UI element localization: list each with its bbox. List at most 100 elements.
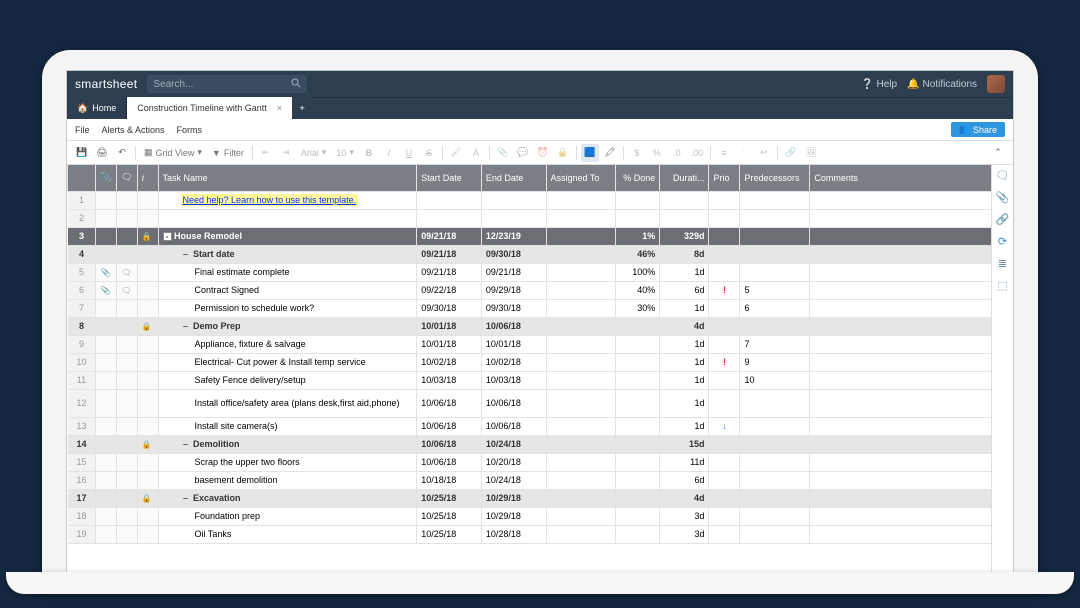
collapse-icon[interactable]: – [181, 439, 191, 449]
publish-icon[interactable]: ⬚ [996, 279, 1010, 293]
filter-icon: ▼ [212, 148, 221, 158]
outdent-icon[interactable]: ⇤ [257, 144, 275, 162]
paperclip-icon[interactable]: 📎 [100, 268, 110, 277]
fill-icon[interactable]: 🖌 [447, 144, 465, 162]
format-icon[interactable]: 🟦 [581, 144, 599, 162]
col-comment[interactable]: 🗨 [117, 165, 138, 191]
collapse-icon[interactable]: – [181, 321, 191, 331]
table-row[interactable]: 17🔒– Excavation10/25/1810/29/184d [68, 489, 992, 507]
table-row[interactable]: 15Scrap the upper two floors10/06/1810/2… [68, 453, 992, 471]
share-button[interactable]: 👥 Share [951, 122, 1005, 137]
collapse-icon[interactable]: – [181, 249, 191, 259]
comment-icon[interactable]: 💬 [514, 144, 532, 162]
table-row[interactable]: 3🔒- House Remodel09/21/1812/23/191%329d [68, 227, 992, 245]
col-start[interactable]: Start Date [417, 165, 482, 191]
table-row[interactable]: 12Install office/safety area (plans desk… [68, 389, 992, 417]
table-row[interactable]: 11Safety Fence delivery/setup10/03/1810/… [68, 371, 992, 389]
tab-new[interactable]: + [292, 97, 312, 119]
underline-icon[interactable]: U [400, 144, 418, 162]
table-row[interactable]: 16basement demolition10/18/1810/24/186d [68, 471, 992, 489]
lock-icon[interactable]: 🔒 [554, 144, 572, 162]
table-row[interactable]: 19Oil Tanks10/25/1810/28/183d [68, 525, 992, 543]
table-row[interactable]: 8🔒– Demo Prep10/01/1810/06/184d [68, 317, 992, 335]
summary-icon[interactable]: ≣ [996, 257, 1010, 271]
menu-alerts[interactable]: Alerts & Actions [102, 125, 165, 135]
collapse-icon[interactable]: – [181, 493, 191, 503]
col-end[interactable]: End Date [481, 165, 546, 191]
decimal-dec-icon[interactable]: .0 [668, 144, 686, 162]
menu-forms[interactable]: Forms [177, 125, 203, 135]
wrap-icon[interactable]: ↩ [755, 144, 773, 162]
table-row[interactable]: 6📎🗨Contract Signed09/22/1809/29/1840%6d!… [68, 281, 992, 299]
toolbar: 💾 🖨 ↶ ▦ Grid View ▾ ▼ Filter ⇤ ⇥ Arial▾ … [67, 141, 1013, 165]
tab-sheet[interactable]: Construction Timeline with Gantt × [127, 97, 292, 119]
currency-icon[interactable]: $ [628, 144, 646, 162]
col-pctdone[interactable]: % Done [616, 165, 660, 191]
table-row[interactable]: 9Appliance, fixture & salvage10/01/1810/… [68, 335, 992, 353]
menu-file[interactable]: File [75, 125, 90, 135]
close-icon[interactable]: × [277, 103, 282, 113]
table-row[interactable]: 1Need help? Learn how to use this templa… [68, 191, 992, 209]
filter-label: Filter [224, 148, 244, 158]
people-icon: 👥 [959, 124, 970, 135]
tab-home[interactable]: 🏠 Home [67, 97, 127, 119]
speech-icon[interactable]: 🗨 [121, 286, 131, 295]
save-icon[interactable]: 💾 [73, 144, 91, 162]
align-left-icon[interactable]: ≡ [715, 144, 733, 162]
undo-icon[interactable]: ↶ [113, 144, 131, 162]
speech-icon[interactable]: 🗨 [121, 268, 131, 277]
strike-icon[interactable]: S [420, 144, 438, 162]
print-icon[interactable]: 🖨 [93, 144, 111, 162]
search-icon[interactable] [291, 78, 301, 91]
activity-icon[interactable]: ⟳ [996, 235, 1010, 249]
paperclip-icon[interactable]: 📎 [100, 286, 110, 295]
collapse-icon[interactable]: - [163, 232, 172, 241]
col-assigned[interactable]: Assigned To [546, 165, 616, 191]
table-row[interactable]: 10Electrical- Cut power & Install temp s… [68, 353, 992, 371]
table-row[interactable]: 4– Start date09/21/1809/30/1846%8d [68, 245, 992, 263]
bold-icon[interactable]: B [360, 144, 378, 162]
percent-icon[interactable]: % [648, 144, 666, 162]
search-input[interactable]: Search... [147, 75, 307, 93]
col-duration[interactable]: Durati... [660, 165, 709, 191]
notifications-link[interactable]: 🔔 Notifications [907, 79, 977, 90]
fontsize-select[interactable]: 10▾ [332, 147, 358, 158]
help-link[interactable]: ❔ Help [861, 79, 897, 90]
conversations-icon[interactable]: 🗨 [996, 169, 1010, 183]
col-prio[interactable]: Prio [709, 165, 740, 191]
filter-button[interactable]: ▼ Filter [208, 148, 248, 158]
col-pred[interactable]: Predecessors [740, 165, 810, 191]
image-icon[interactable]: 🖼 [802, 144, 820, 162]
table-row[interactable]: 2 [68, 209, 992, 227]
col-info[interactable]: i [137, 165, 158, 191]
proof-icon[interactable]: 🔗 [996, 213, 1010, 227]
view-switcher[interactable]: ▦ Grid View ▾ [140, 147, 206, 158]
column-header-row: 📎 🗨 i Task Name Start Date End Date Assi… [68, 165, 992, 191]
table-row[interactable]: 13Install site camera(s)10/06/1810/06/18… [68, 417, 992, 435]
link-icon[interactable]: 🔗 [782, 144, 800, 162]
col-task[interactable]: Task Name [158, 165, 417, 191]
italic-icon[interactable]: I [380, 144, 398, 162]
align-top-icon[interactable]: ⫶ [735, 144, 753, 162]
col-attachment[interactable]: 📎 [96, 165, 117, 191]
table-row[interactable]: 7Permission to schedule work?09/30/1809/… [68, 299, 992, 317]
table-row[interactable]: 18Foundation prep10/25/1810/29/183d [68, 507, 992, 525]
avatar[interactable] [987, 75, 1005, 93]
attachments-icon[interactable]: 📎 [996, 191, 1010, 205]
textcolor-icon[interactable]: A [467, 144, 485, 162]
sheet-table[interactable]: 📎 🗨 i Task Name Start Date End Date Assi… [67, 165, 991, 544]
table-row[interactable]: 14🔒– Demolition10/06/1810/24/1815d [68, 435, 992, 453]
reminder-icon[interactable]: ⏰ [534, 144, 552, 162]
indent-icon[interactable]: ⇥ [277, 144, 295, 162]
col-comments[interactable]: Comments [810, 165, 991, 191]
font-select[interactable]: Arial▾ [297, 147, 331, 158]
decimal-inc-icon[interactable]: .00 [688, 144, 706, 162]
attach-icon[interactable]: 📎 [494, 144, 512, 162]
separator [710, 146, 711, 160]
help-link[interactable]: Need help? Learn how to use this templat… [181, 194, 359, 206]
table-row[interactable]: 5📎🗨Final estimate complete09/21/1809/21/… [68, 263, 992, 281]
collapse-toolbar-icon[interactable]: ⌃ [989, 144, 1007, 162]
brand-logo[interactable]: smartsheet [75, 77, 137, 91]
col-rownum[interactable] [68, 165, 96, 191]
highlight-icon[interactable]: 🖍 [601, 144, 619, 162]
